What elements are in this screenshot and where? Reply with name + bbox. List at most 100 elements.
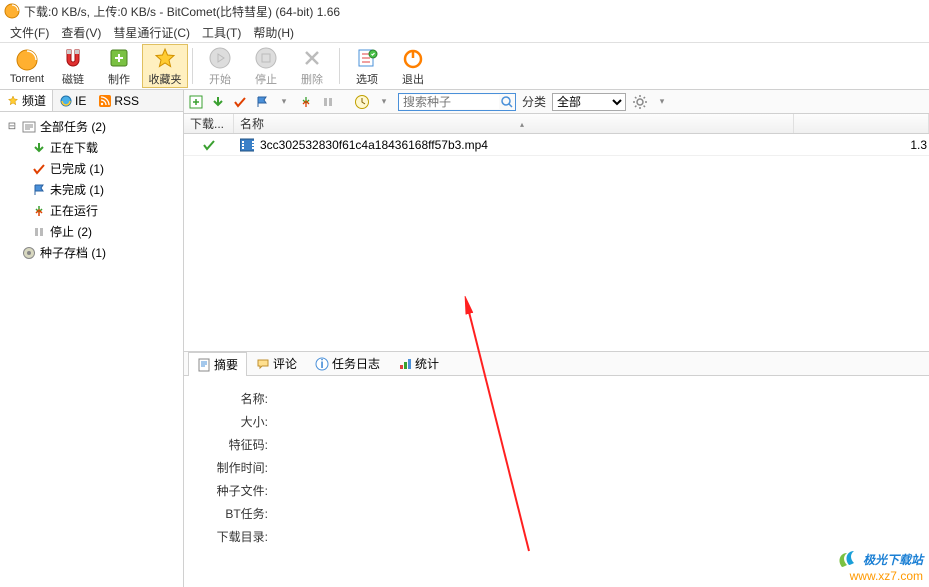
window-title: 下载:0 KB/s, 上传:0 KB/s - BitComet(比特彗星) (6… bbox=[24, 3, 340, 20]
tab-label: 摘要 bbox=[214, 356, 238, 373]
favorites-label: 收藏夹 bbox=[149, 71, 182, 87]
tree-label: 未完成 (1) bbox=[50, 181, 104, 198]
expander-icon[interactable]: ⊟ bbox=[6, 121, 18, 132]
tree-running[interactable]: 正在运行 bbox=[2, 200, 181, 221]
make-label: 制作 bbox=[108, 71, 130, 87]
tab-label: 统计 bbox=[415, 355, 439, 372]
little-arrow-icon[interactable]: ▾ bbox=[276, 94, 292, 110]
sidebar-tab-rss[interactable]: RSS bbox=[92, 92, 145, 110]
sidebar-tab-label: RSS bbox=[114, 94, 139, 108]
magnet-button[interactable]: 磁链 bbox=[50, 44, 96, 88]
task-icon bbox=[22, 120, 36, 134]
flag-icon bbox=[32, 183, 46, 197]
task-size: 1.3 bbox=[910, 138, 927, 152]
sort-indicator: ▴ bbox=[517, 114, 527, 134]
toolbar-separator bbox=[339, 48, 340, 84]
tree-all-tasks[interactable]: ⊟ 全部任务 (2) bbox=[2, 116, 181, 137]
updown-icon[interactable] bbox=[298, 94, 314, 110]
tree-seed-archive[interactable]: 种子存档 (1) bbox=[2, 242, 181, 263]
prop-bttask-label: BT任务: bbox=[204, 505, 268, 522]
menubar: 文件(F) 查看(V) 彗星通行证(C) 工具(T) 帮助(H) bbox=[0, 22, 929, 42]
torrent-label: Torrent bbox=[10, 73, 44, 85]
options-label: 选项 bbox=[356, 71, 378, 87]
little-arrow-icon[interactable]: ▾ bbox=[376, 94, 392, 110]
col-name[interactable]: 名称 bbox=[234, 114, 794, 133]
stats-icon bbox=[398, 357, 412, 371]
tree-incomplete[interactable]: 未完成 (1) bbox=[2, 179, 181, 200]
start-label: 开始 bbox=[209, 71, 231, 87]
gear-icon[interactable] bbox=[632, 94, 648, 110]
category-select[interactable]: 全部 bbox=[552, 93, 626, 111]
task-list-header: 下载... 名称 bbox=[184, 114, 929, 134]
sidebar-tab-channels[interactable]: 频道 bbox=[0, 90, 53, 111]
search-icon[interactable] bbox=[499, 94, 515, 110]
clock-icon[interactable] bbox=[354, 94, 370, 110]
check-orange-icon[interactable] bbox=[232, 94, 248, 110]
options-icon bbox=[355, 46, 379, 70]
search-box bbox=[398, 93, 516, 111]
tree-stopped[interactable]: 停止 (2) bbox=[2, 221, 181, 242]
options-button[interactable]: 选项 bbox=[344, 44, 390, 88]
delete-button[interactable]: 删除 bbox=[289, 44, 335, 88]
down-green-icon[interactable] bbox=[210, 94, 226, 110]
tree-label: 已完成 (1) bbox=[50, 160, 104, 177]
summary-body: 名称: 大小: 特征码: 制作时间: 种子文件: BT任务: 下载目录: bbox=[184, 376, 929, 587]
task-name: 3cc302532830f61c4a18436168ff57b3.mp4 bbox=[260, 138, 488, 152]
play-icon bbox=[208, 46, 232, 70]
stop-icon bbox=[254, 46, 278, 70]
star-icon bbox=[6, 94, 20, 108]
col-extra[interactable] bbox=[794, 114, 929, 133]
pause-icon bbox=[32, 225, 46, 239]
tree-completed[interactable]: 已完成 (1) bbox=[2, 158, 181, 179]
watermark-text1: 极光下载站 bbox=[863, 551, 923, 568]
watermark: 极光下载站 www.xz7.com bbox=[837, 549, 923, 583]
start-button[interactable]: 开始 bbox=[197, 44, 243, 88]
menu-passport[interactable]: 彗星通行证(C) bbox=[107, 22, 196, 43]
watermark-text2: www.xz7.com bbox=[837, 569, 923, 583]
sidebar-tree: ⊟ 全部任务 (2) 正在下载 已完成 (1) 未完成 (1) 正在运行 bbox=[0, 112, 183, 587]
tab-stats[interactable]: 统计 bbox=[389, 351, 448, 375]
toolbar-separator bbox=[192, 48, 193, 84]
menu-view[interactable]: 查看(V) bbox=[55, 22, 107, 43]
favorites-button[interactable]: 收藏夹 bbox=[142, 44, 188, 88]
tree-label: 全部任务 (2) bbox=[40, 118, 106, 135]
summary-icon bbox=[197, 358, 211, 372]
torrent-icon bbox=[15, 48, 39, 72]
little-arrow-icon[interactable]: ▾ bbox=[654, 94, 670, 110]
tree-label: 正在下载 bbox=[50, 139, 98, 156]
make-button[interactable]: 制作 bbox=[96, 44, 142, 88]
app-icon bbox=[4, 3, 20, 19]
menu-file[interactable]: 文件(F) bbox=[4, 22, 55, 43]
flag-blue-icon[interactable] bbox=[254, 94, 270, 110]
torrent-button[interactable]: Torrent bbox=[4, 44, 50, 88]
tree-label: 停止 (2) bbox=[50, 223, 92, 240]
task-list-body[interactable]: 3cc302532830f61c4a18436168ff57b3.mp4 1.3 bbox=[184, 134, 929, 351]
exit-button[interactable]: 退出 bbox=[390, 44, 436, 88]
make-icon bbox=[107, 46, 131, 70]
tab-tasklog[interactable]: i 任务日志 bbox=[306, 351, 389, 375]
pause-grey-icon[interactable] bbox=[320, 94, 336, 110]
tab-summary[interactable]: 摘要 bbox=[188, 352, 247, 376]
watermark-icon bbox=[837, 549, 859, 569]
prop-torrent-label: 种子文件: bbox=[204, 482, 268, 499]
exit-label: 退出 bbox=[402, 71, 424, 87]
col-status[interactable]: 下载... bbox=[184, 114, 234, 133]
expand-all-icon[interactable] bbox=[188, 94, 204, 110]
power-icon bbox=[401, 46, 425, 70]
stop-label: 停止 bbox=[255, 71, 277, 87]
content-area: 频道 IE RSS ⊟ 全部任务 (2) 正在下载 已 bbox=[0, 90, 929, 587]
main-panel: ▾ ▾ 分类 全部 ▾ 下载... 名称 ▴ bbox=[184, 90, 929, 587]
task-row[interactable]: 3cc302532830f61c4a18436168ff57b3.mp4 1.3 bbox=[184, 134, 929, 156]
ie-icon bbox=[59, 94, 73, 108]
prop-size-label: 大小: bbox=[204, 413, 268, 430]
prop-hash-label: 特征码: bbox=[204, 436, 268, 453]
tab-comments[interactable]: 评论 bbox=[247, 351, 306, 375]
menu-tools[interactable]: 工具(T) bbox=[196, 22, 247, 43]
sidebar-tab-label: 频道 bbox=[22, 92, 46, 109]
stop-button[interactable]: 停止 bbox=[243, 44, 289, 88]
sidebar-tab-ie[interactable]: IE bbox=[53, 92, 92, 110]
tree-downloading[interactable]: 正在下载 bbox=[2, 137, 181, 158]
sidebar-tabs: 频道 IE RSS bbox=[0, 90, 183, 112]
search-input[interactable] bbox=[399, 95, 499, 109]
menu-help[interactable]: 帮助(H) bbox=[247, 22, 300, 43]
